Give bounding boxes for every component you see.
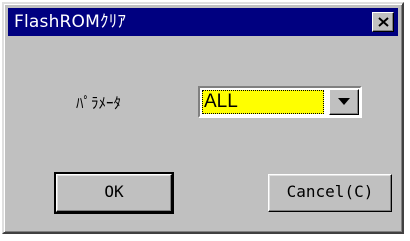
cancel-button-label: Cancel(C) (286, 182, 374, 201)
title-bar[interactable]: FlashROMｸﾘｱ (8, 8, 398, 36)
flashrom-clear-dialog: FlashROMｸﾘｱ ﾊﾟﾗﾒｰﾀ ALL OK Cancel(C) (2, 2, 404, 234)
ok-button[interactable]: OK (54, 172, 174, 214)
parameter-select-value[interactable]: ALL (202, 90, 324, 114)
parameter-label: ﾊﾟﾗﾒｰﾀ (76, 94, 122, 112)
parameter-select[interactable]: ALL (198, 86, 362, 118)
close-button[interactable] (372, 12, 394, 32)
close-icon (378, 17, 389, 27)
dropdown-button[interactable] (329, 89, 359, 115)
window-title: FlashROMｸﾘｱ (14, 12, 127, 32)
cancel-button[interactable]: Cancel(C) (268, 174, 392, 212)
ok-button-label: OK (104, 182, 124, 201)
chevron-down-icon (338, 98, 350, 105)
